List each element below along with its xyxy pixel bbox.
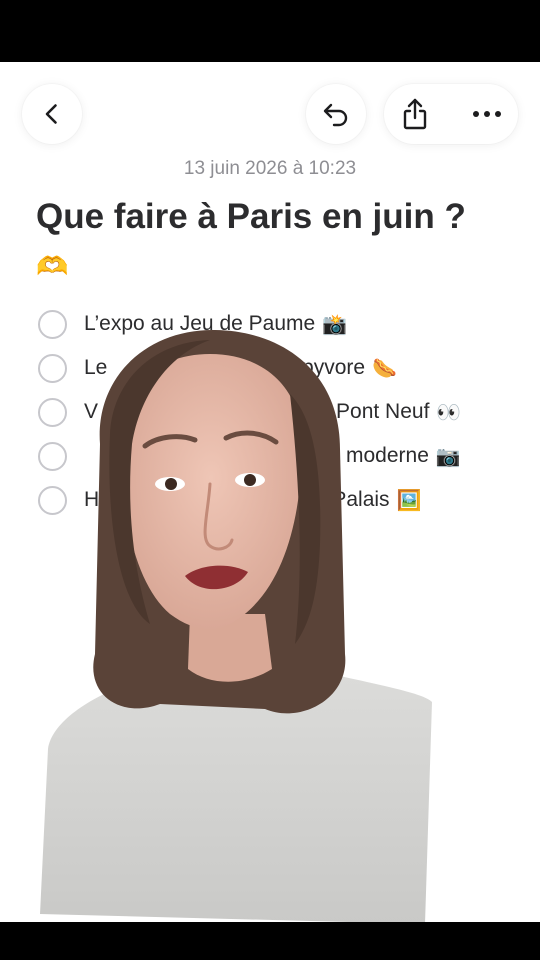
share-button[interactable] (384, 84, 446, 144)
note-date: 13 juin 2026 à 10:23 (183, 158, 357, 179)
notes-screen: 13 juin 2026 à 10:23 Que faire à Paris e… (0, 62, 540, 922)
video-letterbox-top (0, 0, 540, 62)
undo-icon (321, 99, 351, 129)
undo-button[interactable] (306, 84, 366, 144)
heart-hands-icon: 🫶 (36, 252, 69, 282)
more-button[interactable] (456, 84, 518, 144)
chevron-left-icon (40, 102, 64, 126)
note-title[interactable]: Que faire à Paris en juin ? (36, 196, 516, 238)
camera-icon: 📷 (435, 444, 461, 468)
eyes-icon: 👀 (436, 400, 462, 424)
actions-pill (384, 84, 518, 144)
more-icon (472, 110, 502, 118)
video-letterbox-bottom (0, 922, 540, 960)
presenter-video-overlay (40, 324, 435, 922)
share-icon (400, 97, 430, 131)
back-button[interactable] (22, 84, 82, 144)
